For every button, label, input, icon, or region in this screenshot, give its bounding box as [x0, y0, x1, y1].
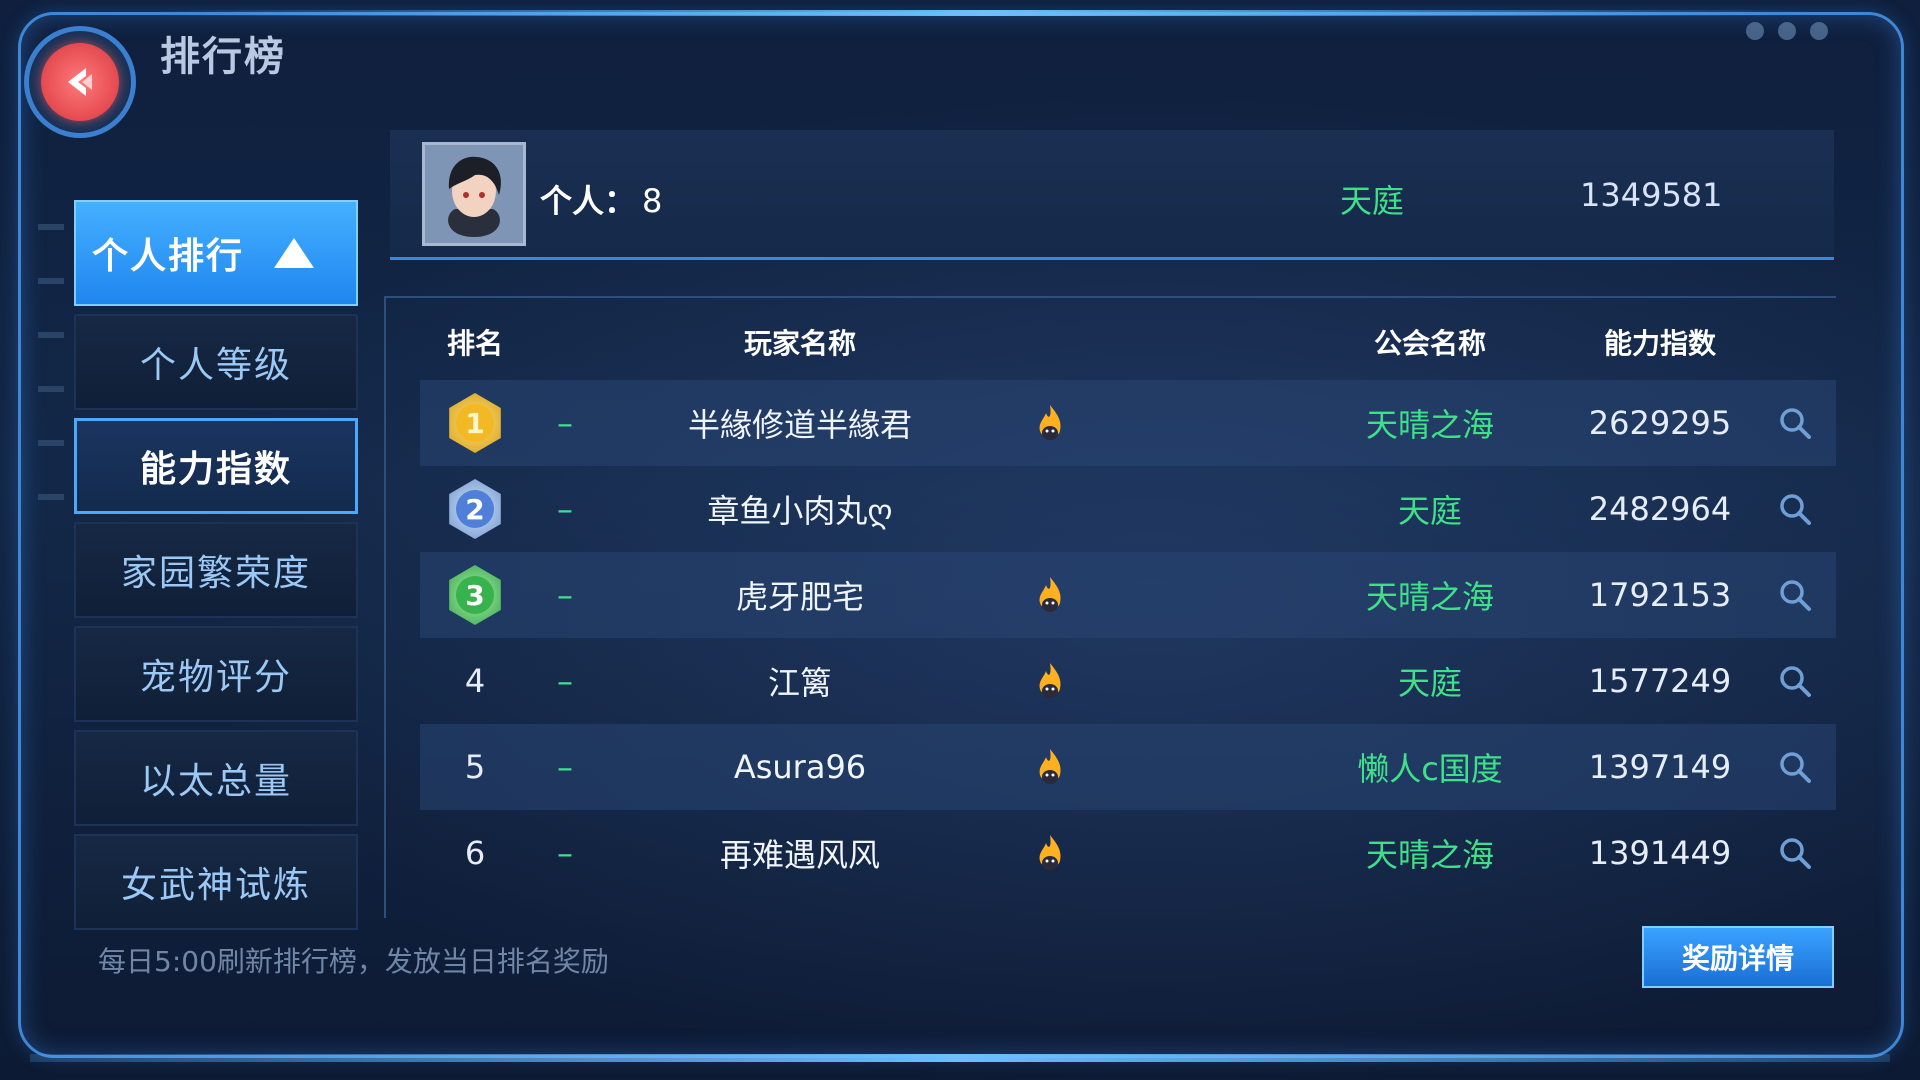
ability-score: 2482964	[1588, 490, 1732, 528]
player-name: 半緣修道半緣君	[687, 406, 912, 444]
refresh-notice: 每日5:00刷新排行榜，发放当日排名奖励	[98, 945, 609, 978]
rank-cell: 3	[430, 552, 520, 638]
bronze-medal-icon: 3	[449, 565, 501, 625]
reward-details-button[interactable]: 奖励详情	[1642, 926, 1834, 988]
rank-number: 2	[456, 490, 494, 528]
avatar[interactable]	[422, 142, 526, 246]
flame-icon	[1020, 380, 1080, 466]
header-player-name: 玩家名称	[743, 327, 856, 360]
ranking-table: 排名 玩家名称 公会名称 能力指数 1 – 半緣修道半緣君 天晴之海 26292…	[384, 296, 1836, 918]
player-name: 江篱	[767, 664, 832, 702]
flame-slot	[1020, 466, 1080, 552]
back-button[interactable]	[24, 26, 136, 138]
gold-medal-icon: 1	[449, 393, 501, 453]
sidebar-item-label: 家园繁荣度	[120, 553, 311, 594]
collapse-triangle-icon	[274, 238, 315, 268]
trend-indicator: –	[557, 662, 573, 700]
rank-number: 1	[456, 404, 494, 442]
my-rank-prefix: 个人：	[540, 182, 637, 220]
sidebar-item-ability-index[interactable]: 能力指数	[74, 418, 358, 514]
my-guild-name: 天庭	[1340, 182, 1405, 220]
header-rank: 排名	[446, 327, 503, 360]
header-ability-index: 能力指数	[1603, 327, 1716, 360]
sidebar-item-personal-level[interactable]: 个人等级	[74, 314, 358, 410]
rank-cell: 2	[430, 466, 520, 552]
magnifier-icon[interactable]	[1760, 810, 1830, 896]
rank-number: 6	[464, 834, 486, 872]
page-title: 排行榜	[160, 34, 286, 80]
magnifier-icon[interactable]	[1760, 552, 1830, 638]
sidebar-item-pet-score[interactable]: 宠物评分	[74, 626, 358, 722]
player-name: Asura96	[733, 748, 867, 786]
my-rank-label: 个人： 8	[540, 176, 662, 222]
sidebar: 个人排行 个人等级 能力指数 家园繁荣度 宠物评分 以太总量 女武神试炼	[74, 200, 358, 938]
table-rows: 1 – 半緣修道半緣君 天晴之海 2629295 2 – 章鱼小肉丸ღ 天庭 2…	[420, 380, 1836, 896]
my-rank-value: 8	[642, 182, 663, 220]
ability-score: 1397149	[1588, 748, 1732, 786]
table-row[interactable]: 2 – 章鱼小肉丸ღ 天庭 2482964	[420, 466, 1836, 552]
ability-score: 1577249	[1588, 662, 1732, 700]
sidebar-ticks	[38, 224, 64, 548]
frame-top-glow	[160, 10, 1810, 16]
flame-icon	[1020, 724, 1080, 810]
sidebar-item-label: 女武神试炼	[120, 865, 311, 906]
player-name: 章鱼小肉丸ღ	[707, 492, 893, 530]
magnifier-icon[interactable]	[1760, 724, 1830, 810]
back-arrow-icon	[41, 43, 119, 121]
magnifier-icon[interactable]	[1760, 638, 1830, 724]
sidebar-item-ether-total[interactable]: 以太总量	[74, 730, 358, 826]
trend-indicator: –	[557, 576, 573, 614]
sidebar-item-label: 能力指数	[139, 449, 292, 490]
sidebar-item-valkyrie-trial[interactable]: 女武神试炼	[74, 834, 358, 930]
table-row[interactable]: 4 – 江篱 天庭 1577249	[420, 638, 1836, 724]
ability-score: 1391449	[1588, 834, 1732, 872]
table-row[interactable]: 3 – 虎牙肥宅 天晴之海 1792153	[420, 552, 1836, 638]
sidebar-item-label: 以太总量	[139, 761, 292, 802]
magnifier-icon[interactable]	[1760, 380, 1830, 466]
ability-score: 2629295	[1588, 404, 1732, 442]
player-name: 再难遇风风	[719, 836, 880, 874]
my-rank-card: 个人： 8 天庭 1349581	[390, 130, 1834, 260]
rank-number: 5	[464, 748, 486, 786]
rank-number: 4	[464, 662, 486, 700]
table-row[interactable]: 6 – 再难遇风风 天晴之海 1391449	[420, 810, 1836, 896]
ability-score: 1792153	[1588, 576, 1732, 614]
sidebar-item-label: 个人等级	[139, 345, 292, 386]
flame-icon	[1020, 552, 1080, 638]
sidebar-item-home-prosperity[interactable]: 家园繁荣度	[74, 522, 358, 618]
decor-dots	[1746, 22, 1828, 40]
rank-number: 3	[456, 576, 494, 614]
silver-medal-icon: 2	[449, 479, 501, 539]
player-name: 虎牙肥宅	[735, 578, 864, 616]
table-row[interactable]: 5 – Asura96 懒人c国度 1397149	[420, 724, 1836, 810]
table-row[interactable]: 1 – 半緣修道半緣君 天晴之海 2629295	[420, 380, 1836, 466]
sidebar-item-label: 宠物评分	[139, 657, 292, 698]
trend-indicator: –	[557, 834, 573, 872]
flame-icon	[1020, 810, 1080, 896]
trend-indicator: –	[557, 404, 573, 442]
magnifier-icon[interactable]	[1760, 466, 1830, 552]
trend-indicator: –	[557, 490, 573, 528]
my-score: 1349581	[1580, 176, 1723, 214]
trend-indicator: –	[557, 748, 573, 786]
rank-cell: 1	[430, 380, 520, 466]
table-header: 排名 玩家名称 公会名称 能力指数	[386, 298, 1836, 376]
sidebar-item-personal-ranking[interactable]: 个人排行	[74, 200, 358, 306]
frame-bottom-glow	[30, 1054, 1890, 1062]
flame-icon	[1020, 638, 1080, 724]
sidebar-item-label: 个人排行	[92, 236, 245, 277]
